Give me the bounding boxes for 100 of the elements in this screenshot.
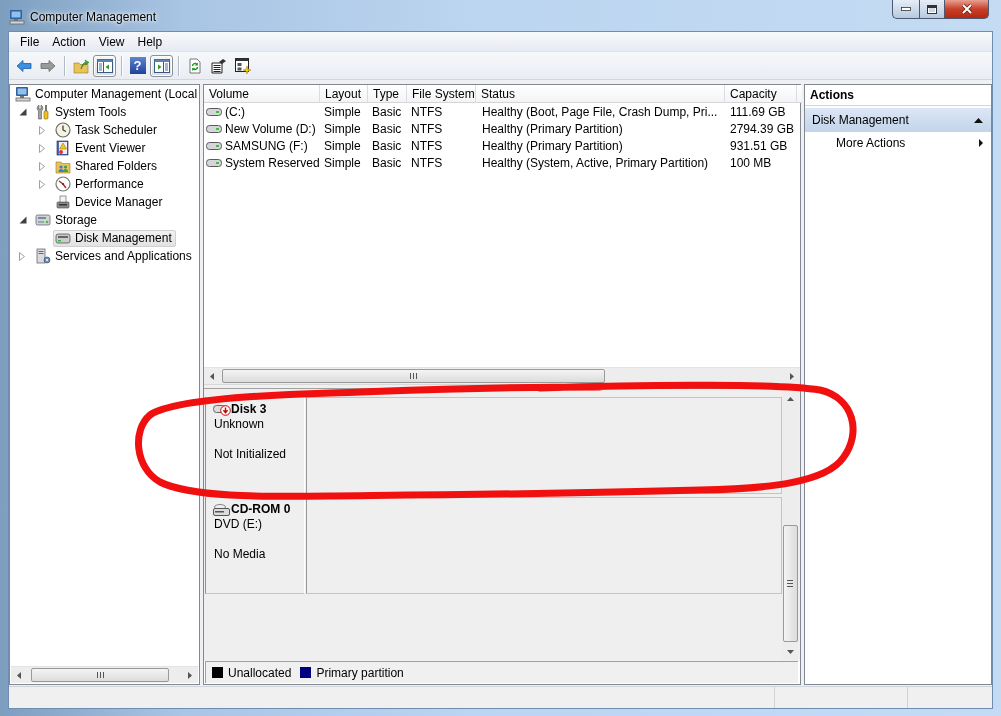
table-cell-text: Simple bbox=[323, 103, 362, 120]
table-cell-text: Basic bbox=[371, 154, 403, 171]
window-title: Computer Management bbox=[30, 10, 157, 24]
table-cell-text: NTFS bbox=[410, 154, 444, 171]
menu-item[interactable]: File bbox=[14, 32, 46, 51]
expander-icon[interactable] bbox=[19, 216, 27, 224]
disk-status: No Media bbox=[214, 547, 267, 562]
close-button[interactable] bbox=[945, 0, 989, 19]
tree-item[interactable]: Task Scheduler bbox=[53, 121, 162, 139]
scroll-right-icon[interactable] bbox=[188, 671, 192, 679]
table-cell-text: Healthy (Boot, Page File, Crash Dump, Pri... bbox=[481, 103, 719, 120]
up-triangle-icon[interactable] bbox=[974, 117, 983, 123]
table-cell-text: Simple bbox=[323, 154, 362, 171]
tree-item[interactable]: Performance bbox=[53, 175, 148, 193]
column-header[interactable]: Volume bbox=[204, 85, 320, 103]
table-cell-text: Basic bbox=[371, 120, 403, 137]
app-icon bbox=[9, 9, 25, 25]
column-header[interactable]: Capacity bbox=[725, 85, 797, 103]
action-pane-button[interactable] bbox=[150, 54, 173, 77]
table-cell-text: Basic bbox=[371, 137, 403, 154]
disk-name: CD-ROM 0 bbox=[231, 502, 291, 517]
folder-arrow-icon bbox=[72, 57, 89, 74]
scroll-right-icon[interactable] bbox=[790, 372, 794, 380]
table-cell-text: NTFS bbox=[410, 103, 444, 120]
maximize-button[interactable] bbox=[919, 0, 945, 19]
scroll-left-icon[interactable] bbox=[17, 671, 21, 679]
cd-drive-icon bbox=[213, 503, 231, 516]
column-header[interactable]: Layout bbox=[320, 85, 368, 103]
pane-title: Actions bbox=[805, 85, 991, 106]
sheet-icon bbox=[210, 57, 227, 74]
refresh-icon bbox=[186, 57, 203, 74]
tree-item[interactable]: Disk Management bbox=[53, 229, 176, 247]
table-cell-text: NTFS bbox=[410, 137, 444, 154]
table-cell-text: 2794.39 GB bbox=[729, 120, 796, 137]
grip-icon bbox=[410, 373, 417, 379]
left-arrow-icon bbox=[15, 57, 32, 74]
menu-item[interactable]: Action bbox=[46, 32, 92, 51]
column-header[interactable]: Type bbox=[368, 85, 407, 103]
legend-label: Primary partition bbox=[316, 665, 404, 680]
horizontal-scrollbar[interactable] bbox=[204, 367, 800, 384]
section-header[interactable]: Disk Management bbox=[805, 108, 991, 132]
grip-icon bbox=[96, 672, 104, 678]
right-arrow-icon bbox=[39, 57, 56, 74]
panel-icon bbox=[96, 57, 113, 74]
scroll-left-icon[interactable] bbox=[210, 372, 214, 380]
table-cell-text: 931.51 GB bbox=[729, 137, 789, 154]
tree-item[interactable]: System Tools bbox=[33, 103, 131, 121]
table-cell: New Volume (D:) bbox=[225, 121, 316, 136]
table-cell-text: NTFS bbox=[410, 120, 444, 137]
tree-item[interactable]: Device Manager bbox=[53, 193, 167, 211]
console-tree-button[interactable] bbox=[93, 54, 116, 77]
table-cell: System Reserved bbox=[225, 155, 320, 170]
table-cell-text: Simple bbox=[323, 120, 362, 137]
table-cell-text: 100 MB bbox=[729, 154, 773, 171]
table-cell: (C:) bbox=[225, 104, 245, 119]
drive-icon bbox=[206, 106, 222, 117]
table-cell-text: Healthy (System, Active, Primary Partition) bbox=[481, 154, 710, 171]
scroll-thumb[interactable] bbox=[222, 369, 605, 383]
tree-item[interactable]: Event Viewer bbox=[53, 139, 150, 157]
drive-icon bbox=[206, 157, 222, 168]
grip-icon bbox=[787, 580, 793, 587]
tree-item[interactable]: Shared Folders bbox=[53, 157, 162, 175]
table-cell-text: Simple bbox=[323, 137, 362, 154]
tree-item[interactable]: Computer Management (Local bbox=[13, 85, 202, 103]
table-cell: SAMSUNG (F:) bbox=[225, 138, 308, 153]
minimize-button[interactable] bbox=[892, 0, 919, 19]
table-cell-text: 111.69 GB bbox=[729, 103, 787, 120]
action-item[interactable]: More Actions bbox=[805, 132, 991, 154]
tools-icon bbox=[35, 104, 51, 120]
disk-name: Disk 3 bbox=[231, 402, 267, 417]
table-cell-text: Healthy (Primary Partition) bbox=[481, 120, 624, 137]
log-book-icon bbox=[55, 140, 71, 156]
scroll-thumb[interactable] bbox=[31, 668, 169, 682]
disk-type: DVD (E:) bbox=[214, 517, 263, 532]
panel-icon bbox=[153, 57, 170, 74]
server-gear-icon bbox=[35, 248, 51, 264]
drive-icon bbox=[206, 140, 222, 151]
drive-icon bbox=[206, 123, 222, 134]
computer-icon bbox=[15, 86, 31, 102]
table-cell-text: Basic bbox=[371, 103, 403, 120]
minimize-icon bbox=[901, 7, 911, 11]
disk-type: Unknown bbox=[214, 417, 266, 432]
tree-item[interactable]: Storage bbox=[33, 211, 102, 229]
column-header[interactable]: Status bbox=[476, 85, 725, 103]
scroll-down-icon[interactable] bbox=[786, 650, 794, 654]
storage-icon bbox=[35, 212, 51, 228]
menu-item[interactable]: Help bbox=[131, 32, 169, 51]
scroll-thumb[interactable] bbox=[782, 525, 798, 642]
scroll-up-icon[interactable] bbox=[786, 397, 794, 401]
tree-item[interactable]: Services and Applications bbox=[33, 247, 196, 265]
disk-status: Not Initialized bbox=[214, 447, 288, 462]
menu-item[interactable]: View bbox=[92, 32, 131, 51]
hard-drive-icon bbox=[55, 230, 71, 246]
clock-icon bbox=[55, 122, 71, 138]
column-header[interactable]: File System bbox=[407, 85, 476, 103]
horizontal-scrollbar[interactable] bbox=[11, 666, 198, 683]
gauge-icon bbox=[55, 176, 71, 192]
expander-icon[interactable] bbox=[19, 108, 27, 116]
legend-label: Unallocated bbox=[228, 665, 292, 680]
table-cell-text: Healthy (Primary Partition) bbox=[481, 137, 624, 154]
